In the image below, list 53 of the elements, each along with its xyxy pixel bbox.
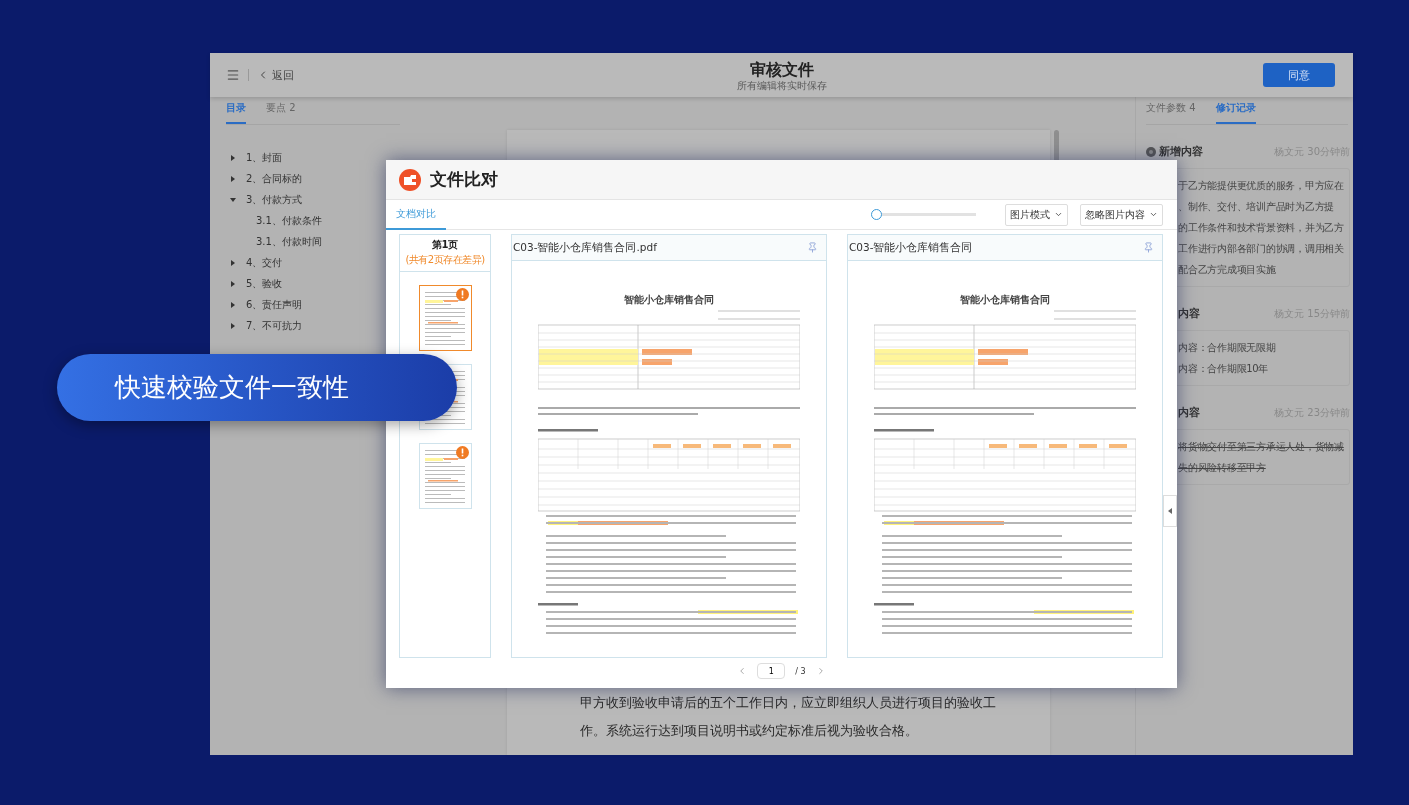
page-title: 审核文件: [749, 59, 814, 80]
document-text: 甲方收到验收申请后的五个工作日内，应立即组织人员进行项目的验收工作。系统运行达到项目说明书或约定标准后视为验收合格。: [580, 694, 997, 740]
difference-note: (共有2页存在差异): [405, 253, 485, 267]
mode-dropdown[interactable]: 忽略图片内容: [1080, 203, 1163, 226]
folder-logo-icon: [399, 168, 421, 191]
caret-right-icon[interactable]: [230, 175, 236, 182]
outline-item[interactable]: 1、封面: [226, 147, 400, 168]
chevron-down-icon: [1149, 210, 1158, 219]
dialog-tab[interactable]: 文档对比: [386, 199, 446, 230]
revision-title: 新增内容: [1159, 145, 1203, 159]
caret-right-icon[interactable]: [230, 154, 236, 161]
caret-right-icon[interactable]: [230, 259, 236, 266]
agree-button[interactable]: 同意: [1263, 63, 1335, 87]
outline-item[interactable]: 5、验收: [226, 273, 400, 294]
revision-text: 的工作条件和技术背景资料，并为乙方: [1178, 221, 1345, 235]
chevron-down-icon: [1054, 210, 1063, 219]
pin-icon[interactable]: [807, 242, 818, 253]
back-link[interactable]: 返回: [257, 67, 294, 83]
caret-right-icon[interactable]: [230, 301, 236, 308]
revision-title: 内容: [1178, 307, 1200, 321]
revision-text: 配合乙方完成项目实施: [1178, 263, 1277, 277]
revision-text: 、制作、交付、培训产品时为乙方提: [1178, 200, 1335, 214]
mode-dropdown[interactable]: 图片模式: [1005, 203, 1068, 226]
revision-title: 内容: [1178, 406, 1200, 420]
outline-item[interactable]: 4、交付: [226, 252, 400, 273]
collapse-handle[interactable]: [1163, 495, 1177, 527]
menu-icon[interactable]: [226, 68, 240, 82]
outline-item[interactable]: 7、不可抗力: [226, 315, 400, 336]
caret-down-icon[interactable]: [230, 196, 236, 203]
revision-text: 内容：合作期限10年: [1178, 362, 1270, 376]
outline-item[interactable]: 2、合同标的: [226, 168, 400, 189]
feature-callout-tooltip: 快速校验文件一致性: [57, 354, 457, 421]
revision-text: 于乙方能提供更优质的服务，甲方应在: [1178, 179, 1345, 193]
page-total: / 3: [795, 666, 806, 676]
revision-text: 工作进行内部各部门的协调，调用相关: [1178, 242, 1345, 256]
file-name: C03-智能小仓库销售合同: [849, 240, 973, 255]
revision-text: 失的风险转移至甲方: [1178, 461, 1267, 475]
document-title: 智能小仓库销售合同: [960, 293, 1050, 307]
dot-icon: [1146, 147, 1156, 157]
page-subtitle: 所有编辑将实时保存: [736, 79, 827, 91]
dialog-title: 文件比对: [430, 168, 498, 191]
revision-text: 内容：合作期限无限期: [1178, 341, 1277, 355]
slider-thumb[interactable]: [871, 209, 882, 220]
caret-right-icon[interactable]: [230, 322, 236, 329]
page-label: 第1页: [431, 238, 459, 252]
pin-icon[interactable]: [1143, 242, 1154, 253]
document-title: 智能小仓库销售合同: [624, 293, 714, 307]
page-input[interactable]: 1: [757, 663, 786, 679]
outline-item[interactable]: 6、责任声明: [226, 294, 400, 315]
revision-text: 将货物交付至第三方承运人处，货物减: [1178, 440, 1345, 454]
caret-right-icon[interactable]: [230, 280, 236, 287]
page-thumbnail[interactable]: [418, 285, 472, 351]
file-name: C03-智能小仓库销售合同.pdf: [513, 240, 657, 255]
